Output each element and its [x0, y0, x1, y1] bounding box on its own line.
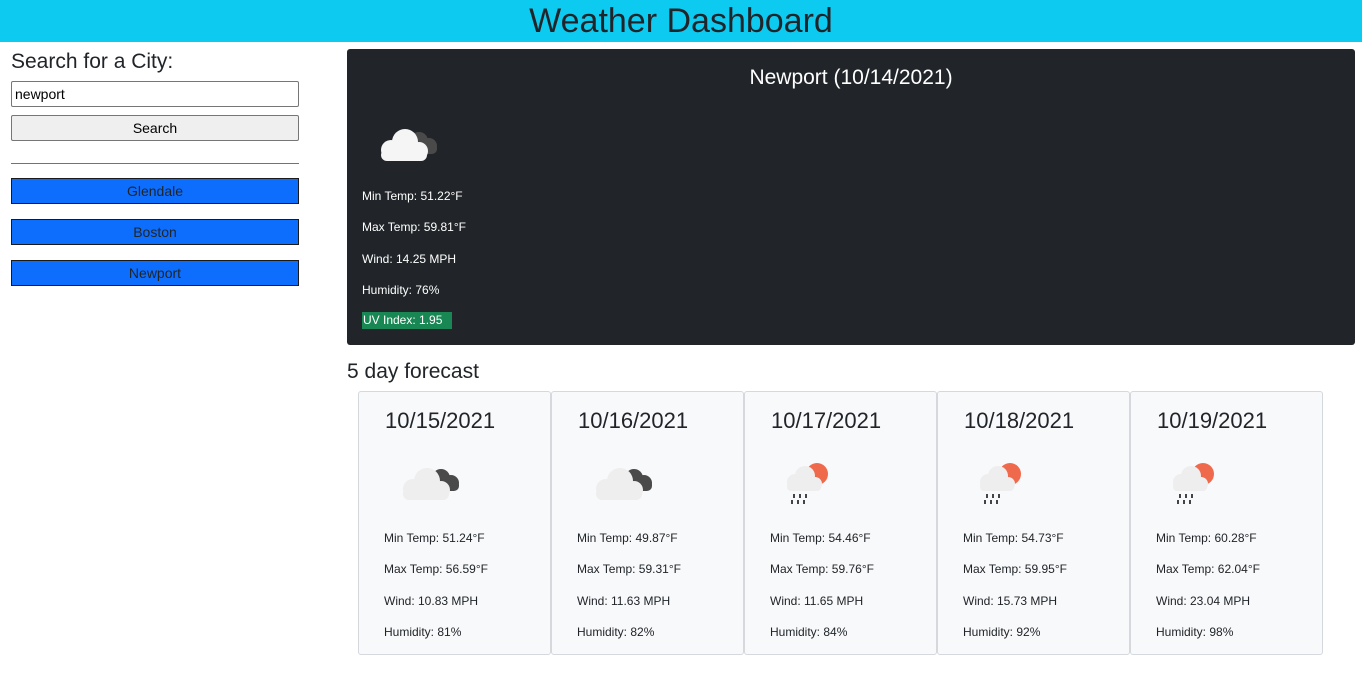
search-button[interactable]: Search	[11, 115, 299, 141]
current-max-temp: Max Temp: 59.81°F	[362, 220, 466, 234]
forecast-wind: Wind: 11.63 MPH	[577, 594, 671, 608]
forecast-min-temp: Min Temp: 54.73°F	[963, 531, 1064, 545]
history-button-newport[interactable]: Newport	[11, 260, 299, 286]
forecast-card: 10/19/2021 Min Temp: 60.28°F Max Temp: 6…	[1130, 391, 1323, 655]
forecast-max-temp: Max Temp: 56.59°F	[384, 562, 488, 576]
forecast-heading: 5 day forecast	[347, 360, 479, 383]
page-title: Weather Dashboard	[529, 2, 833, 40]
forecast-min-temp: Min Temp: 49.87°F	[577, 531, 678, 545]
forecast-card: 10/18/2021 Min Temp: 54.73°F Max Temp: 5…	[937, 391, 1130, 655]
current-min-temp: Min Temp: 51.22°F	[362, 189, 463, 203]
sidebar-divider	[11, 163, 299, 164]
forecast-wind: Wind: 11.65 MPH	[770, 594, 864, 608]
forecast-row: 10/15/2021 Min Temp: 51.24°F Max Temp: 5…	[358, 391, 1324, 655]
forecast-max-temp: Max Temp: 59.31°F	[577, 562, 681, 576]
uv-index-badge: UV Index: 1.95	[362, 312, 452, 329]
forecast-min-temp: Min Temp: 51.24°F	[384, 531, 485, 545]
current-weather-panel: Newport (10/14/2021) Min Temp: 51.22°F M…	[347, 49, 1355, 345]
forecast-humidity: Humidity: 82%	[577, 625, 655, 639]
current-humidity: Humidity: 76%	[362, 283, 440, 297]
city-search-input[interactable]	[11, 81, 299, 107]
forecast-max-temp: Max Temp: 59.95°F	[963, 562, 1067, 576]
sun-rain-icon	[787, 463, 828, 504]
cloudy-icon	[381, 129, 437, 161]
forecast-min-temp: Min Temp: 54.46°F	[770, 531, 871, 545]
forecast-card: 10/17/2021 Min Temp: 54.46°F Max Temp: 5…	[744, 391, 937, 655]
forecast-humidity: Humidity: 81%	[384, 625, 462, 639]
current-city-title: Newport (10/14/2021)	[749, 66, 953, 89]
search-label: Search for a City:	[11, 50, 174, 73]
forecast-humidity: Humidity: 84%	[770, 625, 848, 639]
forecast-wind: Wind: 23.04 MPH	[1156, 594, 1251, 608]
forecast-wind: Wind: 10.83 MPH	[384, 594, 479, 608]
search-history: Glendale Boston Newport	[11, 178, 299, 286]
forecast-wind: Wind: 15.73 MPH	[963, 594, 1058, 608]
forecast-max-temp: Max Temp: 59.76°F	[770, 562, 874, 576]
history-button-glendale[interactable]: Glendale	[11, 178, 299, 204]
forecast-min-temp: Min Temp: 60.28°F	[1156, 531, 1257, 545]
forecast-date: 10/16/2021	[578, 408, 689, 433]
forecast-date: 10/15/2021	[385, 408, 496, 433]
sun-rain-icon	[1173, 463, 1214, 504]
forecast-date: 10/18/2021	[964, 408, 1075, 433]
current-wind: Wind: 14.25 MPH	[362, 252, 457, 266]
cloudy-icon	[596, 468, 652, 500]
forecast-max-temp: Max Temp: 62.04°F	[1156, 562, 1260, 576]
sidebar: Search for a City: Search Glendale Bosto…	[11, 48, 299, 301]
cloudy-icon	[403, 468, 459, 500]
forecast-card: 10/15/2021 Min Temp: 51.24°F Max Temp: 5…	[358, 391, 551, 655]
forecast-humidity: Humidity: 98%	[1156, 625, 1234, 639]
app-header: Weather Dashboard	[0, 0, 1362, 42]
forecast-humidity: Humidity: 92%	[963, 625, 1041, 639]
forecast-date: 10/17/2021	[771, 408, 882, 433]
forecast-card: 10/16/2021 Min Temp: 49.87°F Max Temp: 5…	[551, 391, 744, 655]
sun-rain-icon	[980, 463, 1021, 504]
forecast-date: 10/19/2021	[1157, 408, 1268, 433]
history-button-boston[interactable]: Boston	[11, 219, 299, 245]
